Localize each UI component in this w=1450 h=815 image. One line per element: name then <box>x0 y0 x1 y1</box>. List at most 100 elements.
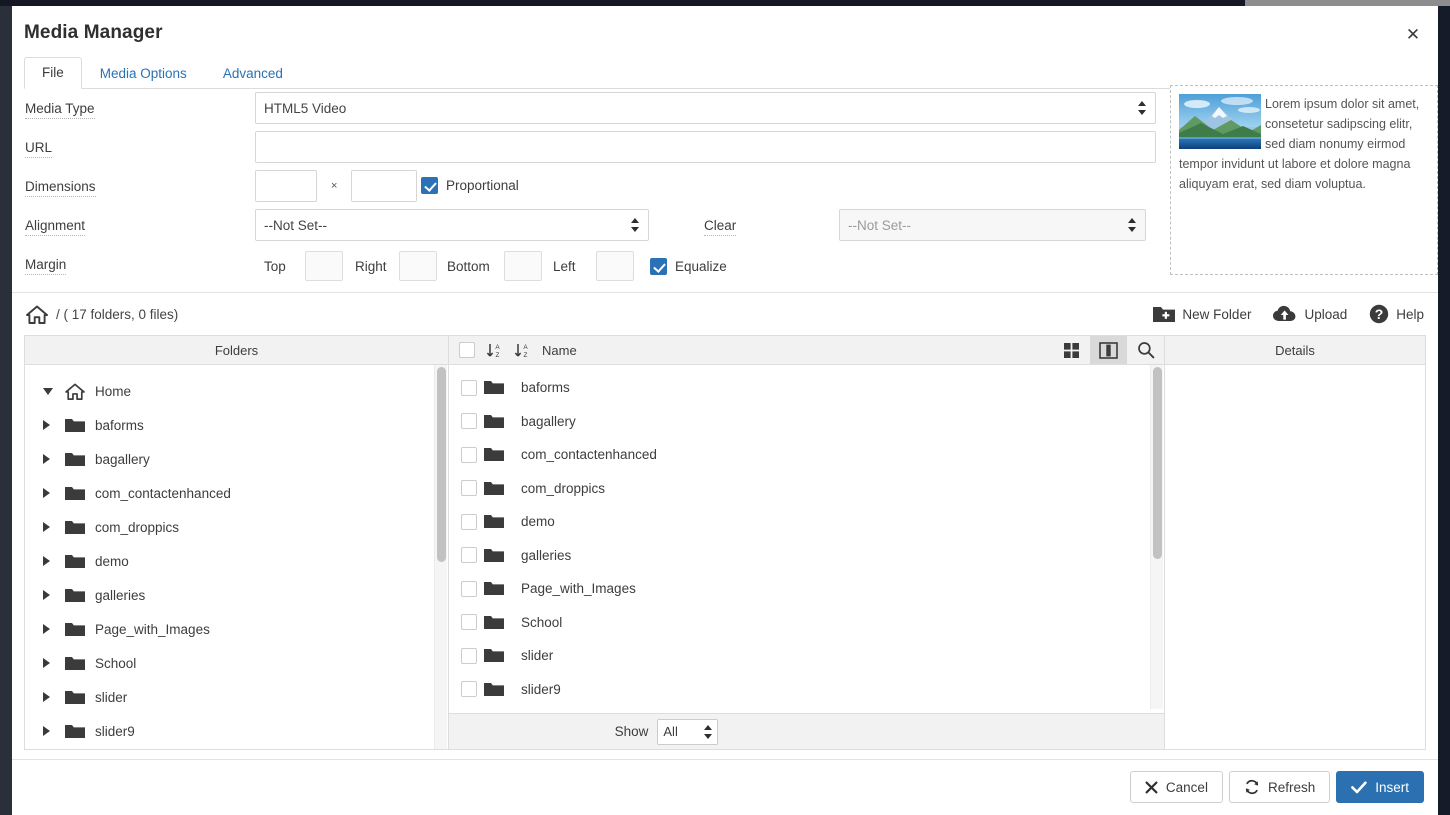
table-row[interactable]: slider <box>449 639 1164 673</box>
table-row[interactable]: demo <box>449 505 1164 539</box>
scrollbar-thumb[interactable] <box>437 367 446 562</box>
dimension-width-input[interactable] <box>255 170 317 202</box>
row-checkbox[interactable] <box>461 379 477 396</box>
clear-value: --Not Set-- <box>848 217 912 233</box>
insert-button[interactable]: Insert <box>1336 771 1424 803</box>
table-row[interactable]: baforms <box>449 371 1164 405</box>
chevron-right-icon[interactable] <box>43 522 65 532</box>
tree-item-demo[interactable]: demo <box>25 544 448 578</box>
tree-item-label: com_droppics <box>95 519 180 535</box>
chevron-right-icon[interactable] <box>43 590 65 600</box>
margin-bottom-input[interactable] <box>504 251 542 281</box>
chevron-right-icon[interactable] <box>43 420 65 430</box>
tree-item-bagallery[interactable]: bagallery <box>25 442 448 476</box>
name-column-header[interactable]: Name <box>542 343 577 358</box>
dimension-height-input[interactable] <box>351 170 417 202</box>
file-name: slider <box>521 648 554 664</box>
row-checkbox[interactable] <box>461 446 477 463</box>
search-button[interactable] <box>1127 336 1164 364</box>
file-list-footer: Show All <box>449 713 1164 749</box>
clear-select[interactable]: --Not Set-- <box>839 209 1146 241</box>
table-row[interactable]: com_droppics <box>449 472 1164 506</box>
table-row[interactable]: bagallery <box>449 405 1164 439</box>
sort-descending-icon[interactable]: A Z <box>514 342 531 359</box>
table-row[interactable]: galleries <box>449 539 1164 573</box>
row-checkbox[interactable] <box>461 647 477 664</box>
margin-bottom-label: Bottom <box>447 259 490 274</box>
tree-item-label: baforms <box>95 417 144 433</box>
tree-item-home[interactable]: Home <box>25 374 448 408</box>
show-count-select[interactable]: All <box>657 718 719 745</box>
file-list-scrollbar[interactable] <box>1150 365 1163 709</box>
details-content <box>1165 365 1425 749</box>
media-type-value: HTML5 Video <box>264 100 347 116</box>
select-all-checkbox[interactable] <box>459 342 475 358</box>
new-folder-button[interactable]: New Folder <box>1153 305 1251 323</box>
margin-left-input[interactable] <box>596 251 634 281</box>
cancel-button[interactable]: Cancel <box>1129 771 1223 803</box>
chevron-right-icon[interactable] <box>43 692 65 702</box>
folder-tree-scrollbar[interactable] <box>434 365 447 749</box>
table-row[interactable]: com_contactenhanced <box>449 438 1164 472</box>
list-view-button[interactable] <box>1090 336 1127 364</box>
show-count-value: All <box>663 724 678 739</box>
refresh-button[interactable]: Refresh <box>1228 771 1331 803</box>
folder-tree[interactable]: Home baforms bagallery com_contactenhanc… <box>25 365 448 749</box>
home-icon[interactable] <box>26 305 48 324</box>
chevron-right-icon[interactable] <box>43 488 65 498</box>
equalize-checkbox[interactable] <box>650 258 667 275</box>
table-row[interactable]: slider9 <box>449 673 1164 707</box>
chevron-right-icon[interactable] <box>43 556 65 566</box>
chevron-right-icon[interactable] <box>43 726 65 736</box>
folder-icon <box>65 690 95 705</box>
chevron-down-icon[interactable] <box>43 387 65 395</box>
row-checkbox[interactable] <box>461 513 477 530</box>
row-checkbox[interactable] <box>461 580 477 597</box>
alignment-select[interactable]: --Not Set-- <box>255 209 649 241</box>
tree-item-school[interactable]: School <box>25 646 448 680</box>
url-input[interactable] <box>255 131 1156 163</box>
grid-view-button[interactable] <box>1053 336 1090 364</box>
search-icon <box>1137 342 1154 359</box>
tree-item-slider9[interactable]: slider9 <box>25 714 448 748</box>
tree-item-com-contactenhanced[interactable]: com_contactenhanced <box>25 476 448 510</box>
margin-right-input[interactable] <box>399 251 437 281</box>
row-checkbox[interactable] <box>461 614 477 631</box>
row-checkbox[interactable] <box>461 681 477 698</box>
margin-top-input[interactable] <box>305 251 343 281</box>
close-icon[interactable]: ✕ <box>1402 24 1424 46</box>
details-header: Details <box>1165 336 1425 365</box>
upload-button[interactable]: Upload <box>1273 305 1347 323</box>
tree-item-label: School <box>95 655 137 671</box>
tree-item-baforms[interactable]: baforms <box>25 408 448 442</box>
chevron-right-icon[interactable] <box>43 454 65 464</box>
url-label: URL <box>25 139 53 158</box>
tree-item-slider[interactable]: slider <box>25 680 448 714</box>
tab-media-options[interactable]: Media Options <box>82 58 205 89</box>
tree-item-galleries[interactable]: galleries <box>25 578 448 612</box>
help-circle-icon: ? <box>1370 304 1389 324</box>
scrollbar-thumb[interactable] <box>1153 367 1162 559</box>
tree-item-label: slider <box>95 689 128 705</box>
chevron-right-icon[interactable] <box>43 658 65 668</box>
file-name: slider9 <box>521 681 561 697</box>
table-row[interactable]: Page_with_Images <box>449 572 1164 606</box>
row-checkbox[interactable] <box>461 413 477 430</box>
chevron-right-icon[interactable] <box>43 624 65 634</box>
row-checkbox[interactable] <box>461 547 477 564</box>
media-type-select[interactable]: HTML5 Video <box>255 92 1156 124</box>
sort-ascending-icon[interactable]: A Z <box>486 342 503 359</box>
tab-file[interactable]: File <box>24 57 82 89</box>
margin-left-label: Left <box>553 259 576 274</box>
help-button[interactable]: ? Help <box>1369 304 1424 324</box>
proportional-checkbox[interactable] <box>421 177 438 194</box>
tree-item-com-droppics[interactable]: com_droppics <box>25 510 448 544</box>
table-row[interactable]: School <box>449 606 1164 640</box>
file-list[interactable]: baforms bagallery com_contactenhanced co… <box>449 365 1164 713</box>
tab-advanced[interactable]: Advanced <box>205 58 301 89</box>
tree-item-page-with-images[interactable]: Page_with_Images <box>25 612 448 646</box>
folder-icon <box>65 418 95 433</box>
row-checkbox[interactable] <box>461 480 477 497</box>
media-manager-modal: Media Manager ✕ File Media Options Advan… <box>12 6 1438 815</box>
modal-footer: Cancel Refresh Insert <box>12 759 1438 815</box>
